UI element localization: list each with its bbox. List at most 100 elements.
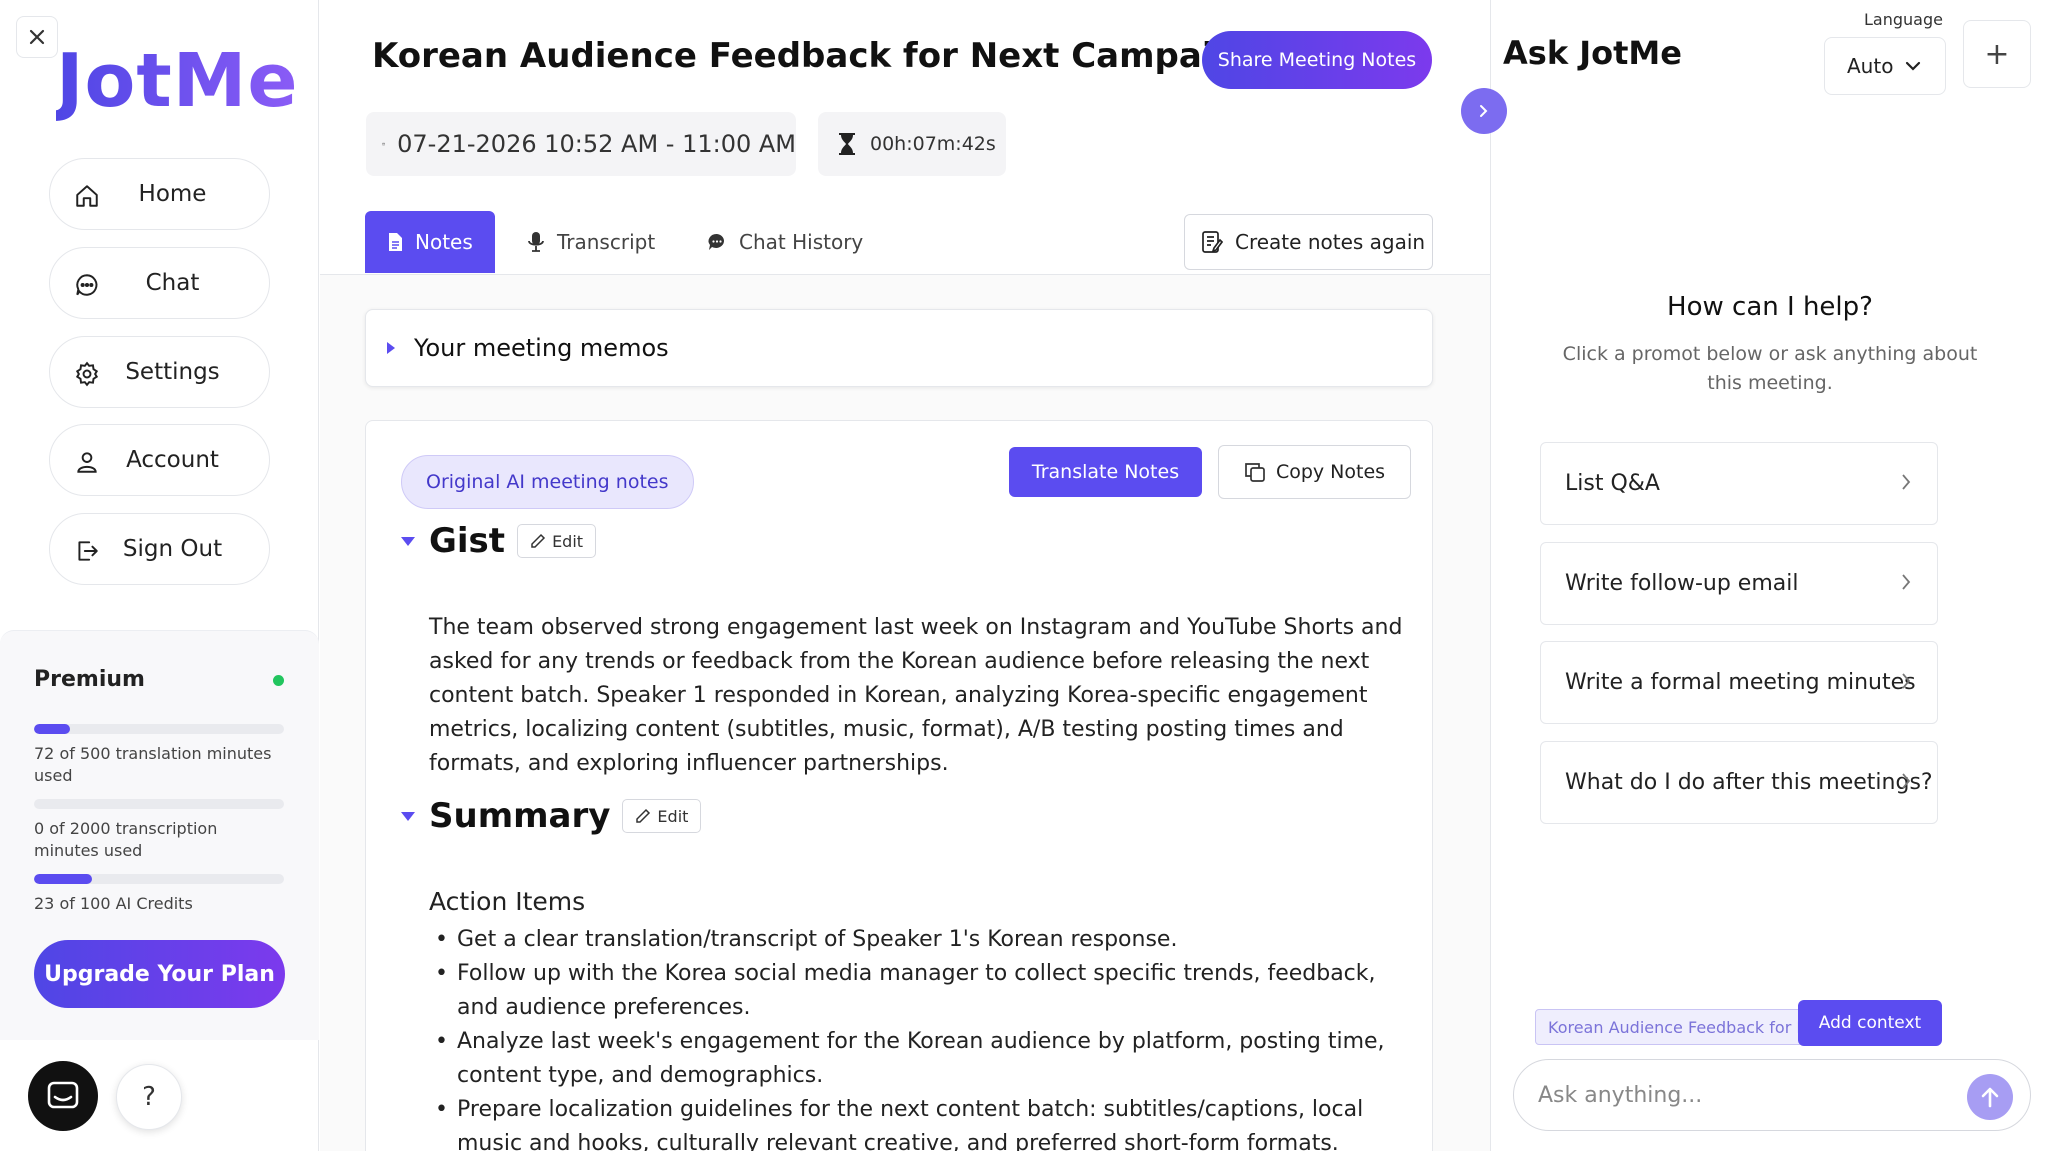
edit-label: Edit — [552, 531, 584, 551]
prompt-formal-minutes[interactable]: Write a formal meeting minutes — [1540, 641, 1938, 724]
support-chat-launcher[interactable] — [28, 1061, 98, 1131]
plan-status-dot — [273, 675, 284, 686]
transcription-usage-text: 0 of 2000 transcription minutes used — [34, 819, 218, 860]
language-select[interactable]: Auto — [1824, 37, 1946, 95]
chat-bubble-icon — [708, 233, 725, 250]
add-context-button[interactable]: Add context — [1798, 1000, 1942, 1046]
gist-section-header[interactable]: Gist Edit — [401, 521, 597, 561]
message-icon — [47, 1081, 79, 1109]
chevron-right-icon — [1902, 574, 1911, 590]
caret-right-icon — [387, 342, 395, 354]
edit-summary-button[interactable]: Edit — [622, 799, 702, 833]
summary-title: Summary — [429, 796, 611, 836]
calendar-icon — [382, 142, 385, 146]
meeting-duration: 00h:07m:42s — [818, 112, 1006, 176]
action-items-heading: Action Items — [429, 887, 586, 916]
prompt-label: What do I do after this meetings? — [1565, 770, 1933, 795]
send-button[interactable] — [1967, 1074, 2013, 1120]
ai-notes-card: Original AI meeting notes Translate Note… — [365, 420, 1433, 1151]
action-item: Prepare localization guidelines for the … — [429, 1093, 1419, 1151]
sidebar-item-account[interactable]: Account — [49, 424, 270, 496]
help-subtitle: Click a promot below or ask anything abo… — [1562, 343, 1978, 394]
chevron-right-icon — [1480, 105, 1488, 117]
tab-notes[interactable]: Notes — [365, 211, 495, 273]
meeting-datetime: 07-21-2026 10:52 AM - 11:00 AM — [366, 112, 796, 176]
translation-usage-text: 72 of 500 translation minutes used — [34, 744, 272, 785]
action-item: Follow up with the Korea social media ma… — [429, 957, 1419, 1025]
prompt-label: Write a formal meeting minutes — [1565, 670, 1916, 695]
chevron-right-icon — [1902, 673, 1911, 689]
meeting-header: Korean Audience Feedback for Next Campai… — [320, 0, 1490, 275]
share-meeting-notes-button[interactable]: Share Meeting Notes — [1202, 31, 1432, 89]
gear-icon — [75, 361, 99, 387]
copy-notes-button[interactable]: Copy Notes — [1218, 445, 1411, 499]
arrow-up-icon — [1981, 1087, 1999, 1108]
chevron-right-icon — [1902, 773, 1911, 789]
page-title: Korean Audience Feedback for Next Campai… — [372, 36, 1263, 76]
action-item: Analyze last week's engagement for the K… — [429, 1025, 1419, 1093]
prompt-next-steps[interactable]: What do I do after this meetings? — [1540, 741, 1938, 824]
sidebar-item-home[interactable]: Home — [49, 158, 270, 230]
gist-text: The team observed strong engagement last… — [429, 615, 1403, 776]
ask-input[interactable]: Ask anything... — [1513, 1059, 2031, 1131]
edit-label: Edit — [657, 806, 689, 826]
home-icon — [76, 185, 98, 207]
tab-label: Chat History — [739, 230, 864, 254]
summary-section-header[interactable]: Summary Edit — [401, 796, 702, 836]
prompt-list-qa[interactable]: List Q&A — [1540, 442, 1938, 525]
app-logo[interactable]: JotMe — [56, 38, 299, 124]
edit-gist-button[interactable]: Edit — [517, 524, 597, 558]
tab-chat-history[interactable]: Chat History — [707, 211, 863, 273]
prompt-label: Write follow-up email — [1565, 571, 1799, 596]
ask-jotme-panel: Ask JotMe Language Auto + How can I help… — [1490, 0, 2048, 1151]
original-notes-chip[interactable]: Original AI meeting notes — [401, 455, 694, 509]
translation-usage-bar — [34, 724, 284, 734]
sidebar: JotMe Home Chat Settings Account Sign Ou… — [0, 0, 319, 1151]
notes-edit-icon — [1202, 231, 1223, 253]
document-icon — [389, 233, 402, 251]
meeting-memos-section[interactable]: Your meeting memos — [365, 309, 1433, 387]
help-title: How can I help? — [1667, 292, 1873, 322]
tab-transcript[interactable]: Transcript — [527, 211, 655, 273]
panel-title: Ask JotMe — [1503, 34, 1682, 72]
toggle-panel-button[interactable] — [1461, 88, 1507, 134]
translation-usage-fill — [34, 724, 70, 734]
new-chat-button[interactable]: + — [1963, 20, 2031, 88]
tab-label: Transcript — [557, 230, 656, 254]
memos-title: Your meeting memos — [414, 334, 669, 362]
translate-notes-button[interactable]: Translate Notes — [1009, 447, 1202, 497]
copy-notes-label: Copy Notes — [1275, 461, 1386, 483]
action-items-list: Get a clear translation/transcript of Sp… — [429, 923, 1419, 1151]
sidebar-item-sign-out[interactable]: Sign Out — [49, 513, 270, 585]
caret-down-icon — [401, 811, 415, 821]
prompt-follow-up-email[interactable]: Write follow-up email — [1540, 542, 1938, 625]
help-button[interactable]: ? — [116, 1064, 182, 1130]
action-item: Get a clear translation/transcript of Sp… — [429, 923, 1419, 957]
sidebar-item-settings[interactable]: Settings — [49, 336, 270, 408]
transcription-usage-bar — [34, 799, 284, 809]
datetime-text: 07-21-2026 10:52 AM - 11:00 AM — [397, 130, 796, 158]
tab-label: Notes — [415, 230, 473, 254]
plan-usage-panel: Premium 72 of 500 translation minutes us… — [0, 630, 319, 1040]
credits-usage-bar — [34, 874, 284, 884]
pencil-icon — [636, 808, 651, 823]
user-icon — [77, 452, 97, 473]
upgrade-plan-button[interactable]: Upgrade Your Plan — [34, 940, 285, 1008]
chat-icon — [76, 274, 98, 296]
sign-out-icon — [78, 541, 98, 561]
main-content: Korean Audience Feedback for Next Campai… — [320, 0, 1507, 1151]
credits-usage-fill — [34, 874, 92, 884]
gist-title: Gist — [429, 521, 506, 561]
sidebar-item-chat[interactable]: Chat — [49, 247, 270, 319]
plan-name: Premium — [34, 667, 145, 692]
pencil-icon — [531, 533, 546, 548]
context-field[interactable]: Korean Audience Feedback for Next Campai… — [1535, 1009, 1825, 1045]
close-sidebar-button[interactable] — [16, 16, 58, 58]
microphone-icon — [528, 232, 544, 252]
copy-icon — [1245, 463, 1265, 482]
create-notes-again-button[interactable]: Create notes again — [1184, 214, 1433, 270]
chevron-right-icon — [1902, 474, 1911, 490]
close-icon — [29, 29, 45, 45]
create-notes-again-label: Create notes again — [1235, 230, 1426, 254]
language-value: Auto — [1847, 54, 1894, 78]
